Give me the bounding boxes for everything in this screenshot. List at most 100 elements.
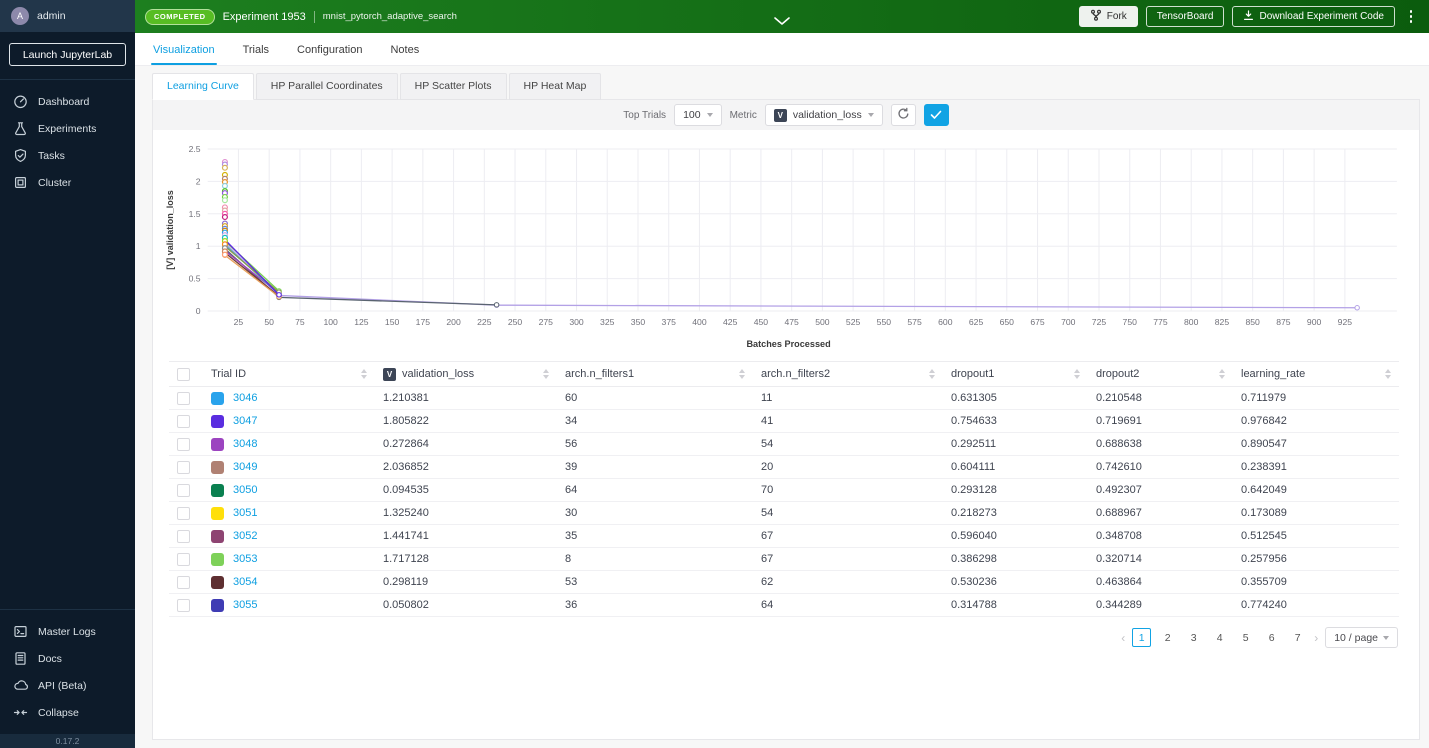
table-cell: 54 [753,432,943,456]
metric-badge: V [773,108,787,122]
table-cell: 0.257956 [1233,547,1399,571]
learning-curve-chart[interactable]: 0 0.5 1 1.5 2 2.5 25 50 75 100 125 150 175 200 225 250 2… [153,130,1419,353]
svg-text:[V] validation_loss: [V] validation_loss [165,190,175,269]
refresh-button[interactable] [890,104,916,126]
row-checkbox[interactable] [177,598,190,612]
svg-text:400: 400 [692,317,707,327]
column-header-dropout2[interactable]: dropout2 [1088,361,1233,387]
column-header-learning-rate[interactable]: learning_rate [1233,361,1399,387]
svg-text:500: 500 [815,317,830,327]
viz-tab-learning-curve[interactable]: Learning Curve [152,73,254,100]
svg-text:50: 50 [264,317,274,327]
trial-id-link[interactable]: 3050 [233,484,257,496]
sidebar-item-cluster[interactable]: Cluster [0,169,135,196]
trial-id-link[interactable]: 3055 [233,599,257,611]
sidebar-item-experiments[interactable]: Experiments [0,115,135,142]
page-button-5[interactable]: 5 [1236,628,1255,647]
sidebar-item-dashboard[interactable]: Dashboard [0,88,135,115]
sidebar-nav-top: Dashboard Experiments Tasks Cluster [0,80,135,204]
page-button-6[interactable]: 6 [1262,628,1281,647]
page-button-3[interactable]: 3 [1184,628,1203,647]
svg-text:200: 200 [446,317,461,327]
metric-select[interactable]: V validation_loss [764,104,883,126]
refresh-icon [897,107,910,123]
row-checkbox[interactable] [177,483,190,497]
select-all-checkbox[interactable] [177,367,190,381]
tab-visualization[interactable]: Visualization [151,44,217,65]
column-header-arch-n-filters2[interactable]: arch.n_filters2 [753,361,943,387]
row-checkbox[interactable] [177,529,190,543]
next-page-button[interactable]: › [1314,631,1318,645]
row-checkbox[interactable] [177,414,190,428]
page-button-7[interactable]: 7 [1288,628,1307,647]
table-row: 3054 0.298119 53 62 0.530236 0.463864 0.355709 [169,570,1399,594]
sort-icon[interactable] [1385,369,1391,379]
trial-id-link[interactable]: 3052 [233,530,257,542]
svg-text:225: 225 [477,317,492,327]
sort-icon[interactable] [543,369,549,379]
sort-icon[interactable] [929,369,935,379]
column-header-trial-id[interactable]: Trial ID [203,361,375,387]
check-icon [930,108,942,123]
sort-icon[interactable] [1074,369,1080,379]
experiment-name: mnist_pytorch_adaptive_search [322,11,457,22]
page-button-2[interactable]: 2 [1158,628,1177,647]
row-checkbox[interactable] [177,575,190,589]
sidebar-item-docs[interactable]: Docs [0,645,135,672]
page-size-select[interactable]: 10 / page [1325,627,1398,648]
user-menu[interactable]: A admin [0,0,135,32]
fork-button[interactable]: Fork [1078,6,1138,27]
learning-curve-svg[interactable]: 0 0.5 1 1.5 2 2.5 25 50 75 100 125 150 175 200 225 250 2… [161,141,1405,353]
sidebar-item-master-logs[interactable]: Master Logs [0,618,135,645]
tab-configuration[interactable]: Configuration [297,44,362,65]
tensorboard-button[interactable]: TensorBoard [1145,6,1225,27]
trial-id-link[interactable]: 3046 [233,392,257,404]
table-cell: 0.719691 [1088,409,1233,433]
trial-id-link[interactable]: 3053 [233,553,257,565]
table-cell: 0.210548 [1088,386,1233,410]
sidebar-item-api-beta[interactable]: API (Beta) [0,672,135,699]
sort-icon[interactable] [739,369,745,379]
chevron-down-icon[interactable] [774,12,790,30]
download-experiment-code-button[interactable]: Download Experiment Code [1232,6,1395,27]
username: admin [37,10,66,22]
svg-text:350: 350 [631,317,646,327]
table-cell: 30 [557,501,753,525]
table-cell: 8 [557,547,753,571]
svg-text:425: 425 [723,317,738,327]
main-area: COMPLETED Experiment 1953 mnist_pytorch_… [135,0,1429,748]
trial-id-link[interactable]: 3054 [233,576,257,588]
row-checkbox[interactable] [177,506,190,520]
trial-id-link[interactable]: 3049 [233,461,257,473]
page-button-4[interactable]: 4 [1210,628,1229,647]
prev-page-button[interactable]: ‹ [1121,631,1125,645]
page-button-1[interactable]: 1 [1132,628,1152,647]
row-checkbox[interactable] [177,460,190,474]
column-header-dropout1[interactable]: dropout1 [943,361,1088,387]
tab-trials[interactable]: Trials [243,44,269,65]
trial-id-link[interactable]: 3048 [233,438,257,450]
apply-button[interactable] [923,104,949,126]
sort-icon[interactable] [1219,369,1225,379]
column-header-arch-n-filters1[interactable]: arch.n_filters1 [557,361,753,387]
trial-id-link[interactable]: 3051 [233,507,257,519]
row-checkbox[interactable] [177,437,190,451]
row-checkbox[interactable] [177,552,190,566]
trial-id-link[interactable]: 3047 [233,415,257,427]
trial-color-swatch [211,437,224,451]
viz-tab-hp-parallel-coordinates[interactable]: HP Parallel Coordinates [255,73,398,100]
svg-text:325: 325 [600,317,615,327]
sidebar-item-tasks[interactable]: Tasks [0,142,135,169]
tab-notes[interactable]: Notes [390,44,419,65]
more-options-icon[interactable] [1403,6,1419,27]
top-trials-select[interactable]: 100 [674,104,722,126]
row-checkbox[interactable] [177,391,190,405]
column-header-validation-loss[interactable]: Vvalidation_loss [375,361,557,387]
viz-tab-hp-heat-map[interactable]: HP Heat Map [508,73,602,100]
svg-text:825: 825 [1215,317,1230,327]
viz-tab-hp-scatter-plots[interactable]: HP Scatter Plots [399,73,507,100]
table-row: 3055 0.050802 36 64 0.314788 0.344289 0.774240 [169,593,1399,617]
launch-jupyterlab-button[interactable]: Launch JupyterLab [9,43,126,66]
sort-icon[interactable] [361,369,367,379]
sidebar-item-collapse[interactable]: Collapse [0,699,135,726]
